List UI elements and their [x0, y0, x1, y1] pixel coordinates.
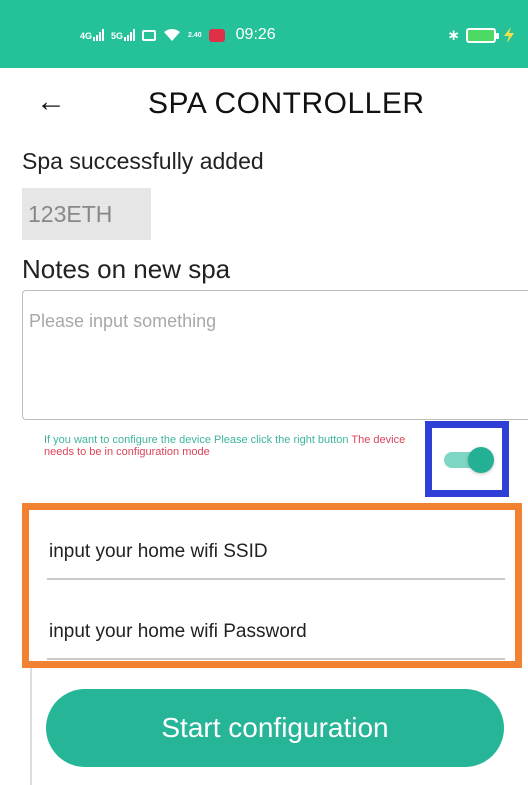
status-right: ∗	[447, 26, 516, 44]
network-label-2: 5G	[111, 31, 124, 41]
notes-label: Notes on new spa	[22, 254, 231, 284]
toggle-thumb	[468, 447, 494, 473]
status-bar: 4G 5G 2.40 09:26 ∗	[0, 0, 528, 68]
wifi-password-input[interactable]	[47, 610, 505, 660]
configuration-hint: If you want to configure the device Plea…	[44, 434, 424, 458]
start-configuration-button[interactable]: Start configuration	[46, 689, 504, 767]
back-arrow-icon[interactable]: ←	[36, 82, 66, 122]
hint-text-green: If you want to configure the device Plea…	[44, 434, 349, 446]
bluetooth-icon: ∗	[447, 27, 460, 44]
notes-input[interactable]	[22, 290, 528, 420]
charging-icon	[504, 27, 514, 43]
cellular-signal-icon-1: 4G	[80, 29, 105, 41]
screen-cast-icon	[142, 29, 157, 41]
network-label-1: 4G	[80, 31, 93, 41]
status-time: 09:26	[235, 26, 276, 43]
wifi-credentials-highlight-box	[22, 503, 522, 668]
configure-toggle[interactable]	[444, 447, 494, 473]
battery-icon	[466, 27, 499, 43]
notification-badge-icon	[208, 28, 225, 42]
toggle-highlight-box	[425, 421, 509, 497]
network-speed: 2.40	[188, 31, 202, 39]
spa-id-field: 123ETH	[22, 188, 151, 240]
wifi-ssid-input[interactable]	[47, 530, 505, 580]
app-header: ← SPA CONTROLLER	[0, 68, 528, 136]
page-title: SPA CONTROLLER	[148, 87, 425, 120]
divider-line	[30, 668, 32, 785]
success-message: Spa successfully added	[22, 148, 264, 174]
cellular-signal-icon-2: 5G	[111, 29, 136, 41]
status-indicators: 4G 5G 2.40 09:26	[80, 22, 276, 48]
wifi-icon	[164, 29, 181, 41]
